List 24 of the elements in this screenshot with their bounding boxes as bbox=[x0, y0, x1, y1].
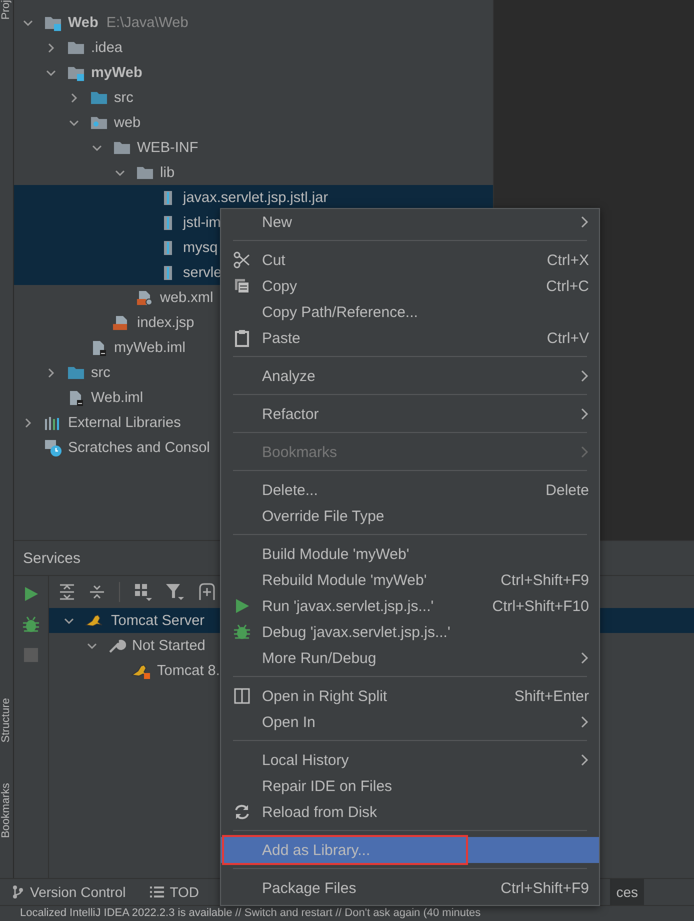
tree-label: jstl-im bbox=[183, 214, 221, 230]
tree-label: Tomcat Server bbox=[111, 612, 204, 628]
tree-label: External Libraries bbox=[68, 414, 181, 430]
tree-label: web bbox=[114, 114, 141, 130]
tree-label: src bbox=[91, 364, 110, 380]
tree-label: javax.servlet.jsp.jstl.jar bbox=[183, 190, 328, 206]
tree-label: Web bbox=[68, 14, 98, 30]
tree-label: .idea bbox=[91, 40, 122, 56]
tree-label: web.xml bbox=[160, 290, 214, 306]
panel-title: Services bbox=[23, 550, 81, 566]
status-message: Localized IntelliJ IDEA 2022.2.3 is available // Switch and restart // Don't ask again (40 minutes bbox=[0, 905, 694, 921]
tree-label: servle bbox=[183, 264, 222, 280]
tree-label: myWeb bbox=[91, 64, 142, 80]
tree-label: lib bbox=[160, 164, 175, 180]
tree-label: src bbox=[114, 90, 134, 106]
tree-label: Web.iml bbox=[91, 390, 144, 406]
path-hint: E:\Java\Web bbox=[106, 14, 188, 30]
tree-label: Scratches and Consol bbox=[68, 440, 210, 456]
tree-label: myWeb.iml bbox=[114, 340, 186, 356]
tree-label: WEB-INF bbox=[137, 140, 198, 156]
tree-label: index.jsp bbox=[137, 314, 194, 330]
tree-label: mysq bbox=[183, 240, 218, 256]
tree-label: Not Started bbox=[132, 638, 206, 654]
tree-label: Tomcat 8. bbox=[157, 662, 220, 678]
